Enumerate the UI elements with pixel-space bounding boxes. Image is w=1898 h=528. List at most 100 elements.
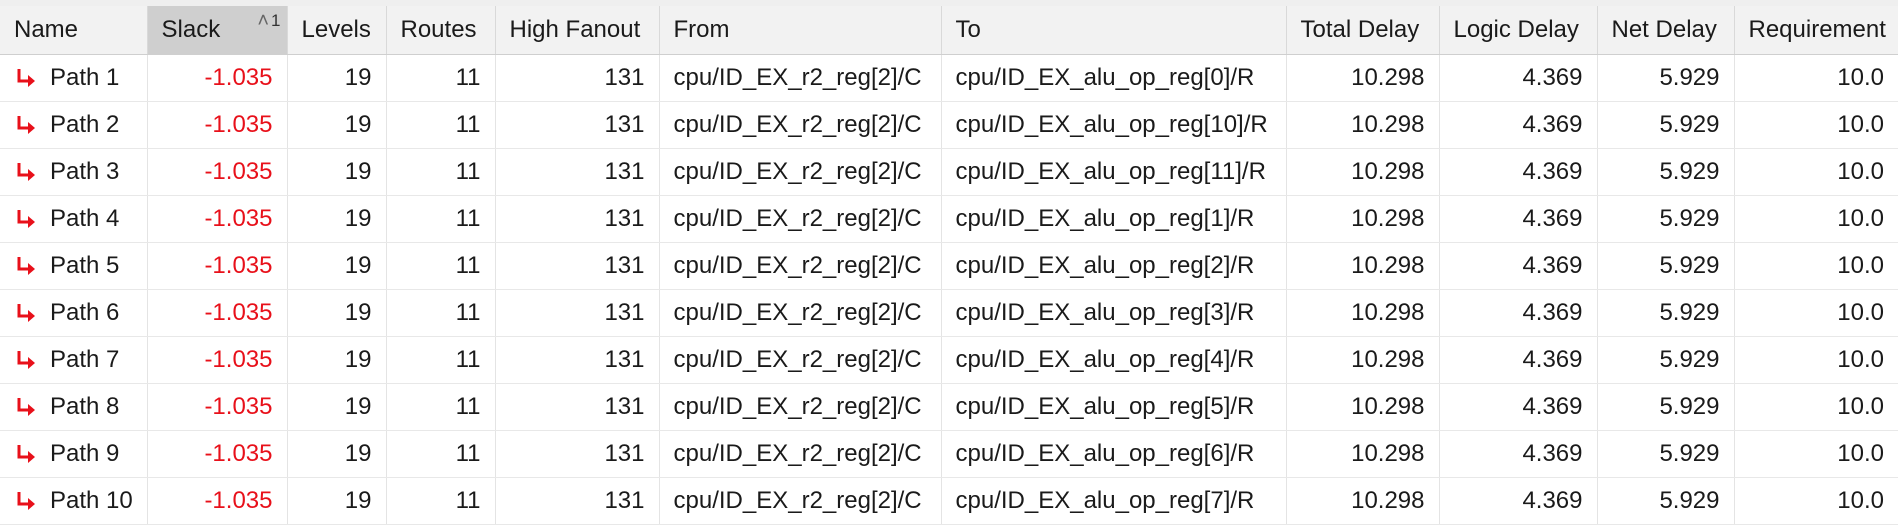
- path-name-label: Path 7: [50, 345, 120, 373]
- path-name-wrapper: Path 4: [14, 205, 133, 233]
- cell-total-delay: 10.298: [1286, 242, 1440, 290]
- cell-logic-delay: 4.369: [1439, 101, 1598, 149]
- cell-name[interactable]: Path 1: [0, 54, 148, 102]
- cell-routes: 11: [386, 195, 496, 243]
- path-name-wrapper: Path 6: [14, 299, 133, 327]
- column-header-name[interactable]: Name: [0, 6, 148, 55]
- cell-logic-delay: 4.369: [1439, 289, 1598, 337]
- table-row[interactable]: Path 6 -1.035 19 11 131 cpu/ID_EX_r2_reg[2]/C…: [0, 289, 1898, 337]
- column-header-high-fanout[interactable]: High Fanout: [495, 6, 660, 55]
- table-row[interactable]: Path 3 -1.035 19 11 131 cpu/ID_EX_r2_reg[2]/C…: [0, 148, 1898, 196]
- cell-slack: -1.035: [147, 477, 288, 525]
- cell-net-delay: 5.929: [1597, 242, 1735, 290]
- table-row[interactable]: Path 4 -1.035 19 11 131 cpu/ID_EX_r2_reg[2]/C…: [0, 195, 1898, 243]
- cell-routes: 11: [386, 101, 496, 149]
- path-name-wrapper: Path 8: [14, 393, 133, 421]
- cell-high-fanout: 131: [495, 336, 660, 384]
- path-name-label: Path 6: [50, 298, 120, 326]
- cell-total-delay: 10.298: [1286, 54, 1440, 102]
- cell-levels: 19: [287, 430, 387, 478]
- cell-high-fanout: 131: [495, 477, 660, 525]
- cell-slack: -1.035: [147, 54, 288, 102]
- table-row[interactable]: Path 1 -1.035 19 11 131 cpu/ID_EX_r2_reg[2]/C…: [0, 54, 1898, 102]
- cell-slack: -1.035: [147, 148, 288, 196]
- cell-total-delay: 10.298: [1286, 430, 1440, 478]
- cell-name[interactable]: Path 6: [0, 289, 148, 337]
- cell-to: cpu/ID_EX_alu_op_reg[0]/R: [941, 54, 1287, 102]
- cell-from: cpu/ID_EX_r2_reg[2]/C: [659, 289, 942, 337]
- cell-to: cpu/ID_EX_alu_op_reg[6]/R: [941, 430, 1287, 478]
- header-row: Name Slack ˄ 1 Levels Routes High Fanout…: [0, 6, 1898, 55]
- failing-path-arrow-icon: [17, 115, 35, 134]
- cell-routes: 11: [386, 242, 496, 290]
- cell-to: cpu/ID_EX_alu_op_reg[5]/R: [941, 383, 1287, 431]
- column-header-requirement[interactable]: Requirement: [1734, 6, 1898, 55]
- cell-high-fanout: 131: [495, 242, 660, 290]
- cell-name[interactable]: Path 10: [0, 477, 148, 525]
- cell-from: cpu/ID_EX_r2_reg[2]/C: [659, 195, 942, 243]
- cell-name[interactable]: Path 7: [0, 336, 148, 384]
- cell-to: cpu/ID_EX_alu_op_reg[3]/R: [941, 289, 1287, 337]
- cell-requirement: 10.0: [1734, 336, 1898, 384]
- column-header-from[interactable]: From: [659, 6, 942, 55]
- path-name-label: Path 5: [50, 251, 120, 279]
- cell-requirement: 10.0: [1734, 101, 1898, 149]
- cell-requirement: 10.0: [1734, 430, 1898, 478]
- column-header-routes[interactable]: Routes: [386, 6, 496, 55]
- cell-routes: 11: [386, 289, 496, 337]
- cell-high-fanout: 131: [495, 430, 660, 478]
- cell-slack: -1.035: [147, 242, 288, 290]
- cell-net-delay: 5.929: [1597, 148, 1735, 196]
- cell-name[interactable]: Path 5: [0, 242, 148, 290]
- cell-high-fanout: 131: [495, 289, 660, 337]
- timing-paths-table: Name Slack ˄ 1 Levels Routes High Fanout…: [0, 6, 1898, 525]
- table-row[interactable]: Path 9 -1.035 19 11 131 cpu/ID_EX_r2_reg[2]/C…: [0, 430, 1898, 478]
- cell-logic-delay: 4.369: [1439, 430, 1598, 478]
- cell-total-delay: 10.298: [1286, 289, 1440, 337]
- cell-high-fanout: 131: [495, 195, 660, 243]
- cell-to: cpu/ID_EX_alu_op_reg[11]/R: [941, 148, 1287, 196]
- column-header-levels[interactable]: Levels: [287, 6, 387, 55]
- cell-levels: 19: [287, 336, 387, 384]
- cell-levels: 19: [287, 242, 387, 290]
- cell-net-delay: 5.929: [1597, 289, 1735, 337]
- cell-name[interactable]: Path 8: [0, 383, 148, 431]
- column-header-to[interactable]: To: [941, 6, 1287, 55]
- column-header-net-delay[interactable]: Net Delay: [1597, 6, 1735, 55]
- path-name-wrapper: Path 1: [14, 64, 133, 92]
- column-header-total-delay[interactable]: Total Delay: [1286, 6, 1440, 55]
- cell-requirement: 10.0: [1734, 242, 1898, 290]
- path-name-label: Path 10: [50, 486, 133, 514]
- cell-name[interactable]: Path 3: [0, 148, 148, 196]
- cell-levels: 19: [287, 477, 387, 525]
- table-row[interactable]: Path 5 -1.035 19 11 131 cpu/ID_EX_r2_reg[2]/C…: [0, 242, 1898, 290]
- table-row[interactable]: Path 2 -1.035 19 11 131 cpu/ID_EX_r2_reg[2]/C…: [0, 101, 1898, 149]
- failing-path-arrow-icon: [17, 68, 35, 87]
- failing-path-arrow-icon: [17, 303, 35, 322]
- table-row[interactable]: Path 8 -1.035 19 11 131 cpu/ID_EX_r2_reg[2]/C…: [0, 383, 1898, 431]
- cell-net-delay: 5.929: [1597, 336, 1735, 384]
- cell-requirement: 10.0: [1734, 477, 1898, 525]
- cell-to: cpu/ID_EX_alu_op_reg[1]/R: [941, 195, 1287, 243]
- cell-slack: -1.035: [147, 430, 288, 478]
- table-row[interactable]: Path 7 -1.035 19 11 131 cpu/ID_EX_r2_reg[2]/C…: [0, 336, 1898, 384]
- table-row[interactable]: Path 10 -1.035 19 11 131 cpu/ID_EX_r2_reg[2]/…: [0, 477, 1898, 525]
- column-header-slack[interactable]: Slack ˄ 1: [147, 6, 288, 55]
- path-name-label: Path 8: [50, 392, 120, 420]
- failing-path-arrow-icon: [17, 350, 35, 369]
- cell-name[interactable]: Path 2: [0, 101, 148, 149]
- cell-slack: -1.035: [147, 289, 288, 337]
- cell-total-delay: 10.298: [1286, 195, 1440, 243]
- cell-name[interactable]: Path 4: [0, 195, 148, 243]
- path-name-label: Path 3: [50, 157, 120, 185]
- failing-path-arrow-icon: [17, 444, 35, 463]
- failing-path-arrow-icon: [17, 397, 35, 416]
- cell-levels: 19: [287, 195, 387, 243]
- column-header-logic-delay[interactable]: Logic Delay: [1439, 6, 1598, 55]
- failing-path-arrow-icon: [17, 209, 35, 228]
- cell-name[interactable]: Path 9: [0, 430, 148, 478]
- path-name-wrapper: Path 2: [14, 111, 133, 139]
- cell-high-fanout: 131: [495, 148, 660, 196]
- cell-slack: -1.035: [147, 383, 288, 431]
- cell-levels: 19: [287, 383, 387, 431]
